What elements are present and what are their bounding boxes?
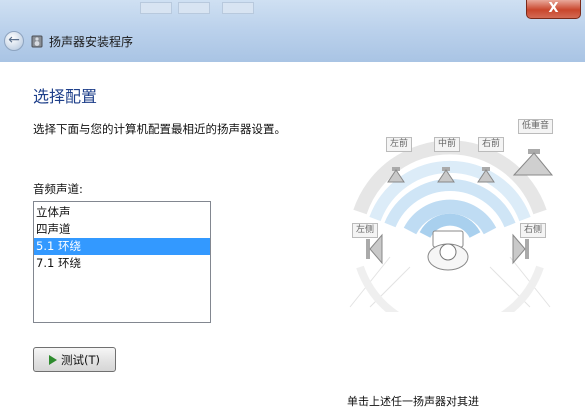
- front-left-speaker-label[interactable]: 左前: [386, 137, 413, 152]
- background-window-tab: [178, 2, 210, 14]
- background-window-tab: [140, 2, 172, 14]
- channel-option-5-1-surround[interactable]: 5.1 环绕: [34, 238, 210, 255]
- back-arrow-icon: ←: [8, 32, 20, 48]
- wizard-content: 选择配置 选择下面与您的计算机配置最相近的扬声器设置。 音频声道: 立体声 四声…: [0, 62, 585, 415]
- play-icon: [49, 354, 57, 365]
- channel-option-stereo[interactable]: 立体声: [34, 204, 210, 221]
- title-bar: X ← 扬声器安装程序: [0, 0, 585, 62]
- background-window-tab: [222, 2, 254, 14]
- page-title: 选择配置: [33, 87, 98, 106]
- speaker-app-icon: [31, 35, 43, 48]
- speaker-diagram: 左前 中前 右前 低重音 左侧 右侧: [330, 107, 570, 312]
- audio-channels-listbox[interactable]: 立体声 四声道 5.1 环绕 7.1 环绕: [33, 201, 211, 323]
- side-left-speaker-label[interactable]: 左侧: [352, 223, 379, 238]
- close-button[interactable]: X: [526, 0, 581, 19]
- window-title: 扬声器安装程序: [49, 35, 134, 49]
- side-right-speaker-icon[interactable]: [512, 233, 529, 265]
- subwoofer-speaker-icon[interactable]: [512, 149, 554, 176]
- front-right-speaker-label[interactable]: 右前: [478, 137, 505, 152]
- test-button[interactable]: 测试(T): [33, 347, 116, 372]
- center-speaker-label[interactable]: 中前: [434, 137, 461, 152]
- back-button[interactable]: ←: [4, 31, 24, 51]
- side-right-speaker-label[interactable]: 右侧: [520, 223, 547, 238]
- instruction-text: 选择下面与您的计算机配置最相近的扬声器设置。: [33, 122, 286, 136]
- side-left-speaker-icon[interactable]: [366, 233, 383, 265]
- channel-option-7-1-surround[interactable]: 7.1 环绕: [34, 255, 210, 272]
- channel-option-quadraphonic[interactable]: 四声道: [34, 221, 210, 238]
- listener-icon: [427, 230, 469, 271]
- footer-instruction: 单击上述任一扬声器对其进: [347, 395, 479, 408]
- audio-channels-label: 音频声道:: [33, 182, 83, 196]
- test-button-label: 测试(T): [61, 352, 100, 367]
- subwoofer-speaker-label[interactable]: 低重音: [518, 119, 554, 134]
